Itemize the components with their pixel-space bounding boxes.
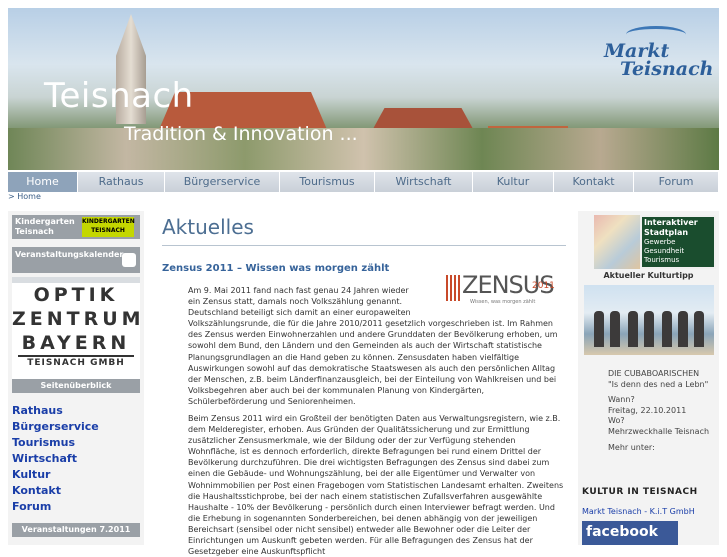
- musician-figure: [610, 311, 620, 347]
- nav-wirtschaft[interactable]: Wirtschaft: [375, 172, 473, 192]
- optik-zentrum-ad[interactable]: OPTIK ZENTRUM BAYERN TEISNACH GMBH: [12, 277, 145, 379]
- musician-figure: [644, 311, 654, 347]
- event-photo[interactable]: [584, 285, 714, 355]
- musician-figure: [628, 311, 638, 347]
- town-image: [8, 128, 719, 170]
- kindergarten-badge: KINDERGARTEN TEISNACH: [82, 217, 135, 237]
- stadtplan-text: Interaktiver Stadtplan Gewerbe Gesundhei…: [642, 217, 714, 267]
- event-details: DIE CUBABOARISCHEN "Is denn des ned a Le…: [608, 369, 709, 453]
- kulturtipp-heading: Aktueller Kulturtipp: [603, 271, 694, 280]
- musician-figure: [662, 311, 672, 347]
- stadtplan-sub: Gewerbe Gesundheit Tourismus: [644, 238, 685, 264]
- sidebar-links: Rathaus Bürgerservice Tourismus Wirtscha…: [12, 403, 99, 515]
- sidebar-link-wirtschaft[interactable]: Wirtschaft: [12, 451, 99, 467]
- nav-kontakt[interactable]: Kontakt: [554, 172, 634, 192]
- right-sidebar: Interaktiver Stadtplan Gewerbe Gesundhei…: [578, 211, 719, 545]
- optik-sub: TEISNACH GMBH: [18, 355, 134, 368]
- event-quote: "Is denn des ned a Lebn": [608, 379, 709, 389]
- musician-figure: [594, 311, 604, 347]
- wo-value: Mehrzweckhalle Teisnach: [608, 426, 710, 436]
- stadtplan-title: Interaktiver Stadtplan: [644, 218, 698, 237]
- title-divider: [162, 245, 566, 246]
- musician-figure: [678, 311, 688, 347]
- wo-label: Wo?: [608, 416, 625, 426]
- facebook-button[interactable]: facebook: [582, 521, 678, 545]
- nav-forum[interactable]: Forum: [634, 172, 719, 192]
- nav-home[interactable]: Home: [8, 172, 78, 192]
- sidebar-link-buergerservice[interactable]: Bürgerservice: [12, 419, 99, 435]
- sidebar-link-tourismus[interactable]: Tourismus: [12, 435, 99, 451]
- event-title: DIE CUBABOARISCHEN: [608, 369, 700, 378]
- nav-rathaus[interactable]: Rathaus: [78, 172, 165, 192]
- logo-line2: Teisnach: [620, 58, 714, 80]
- wann-label: Wann?: [608, 395, 635, 405]
- site-title: Teisnach: [44, 76, 194, 116]
- article-paragraph-2: Beim Zensus 2011 wird ein Großteil der b…: [188, 414, 564, 557]
- breadcrumb[interactable]: > Home: [8, 192, 41, 201]
- stadtplan-banner[interactable]: Interaktiver Stadtplan Gewerbe Gesundhei…: [594, 215, 716, 269]
- nav-buergerservice[interactable]: Bürgerservice: [165, 172, 280, 192]
- nav-tourismus[interactable]: Tourismus: [280, 172, 375, 192]
- optik-line: BAYERN: [21, 332, 131, 354]
- wann-value: Freitag, 22.10.2011: [608, 405, 687, 415]
- veranstaltungskalender-label: Veranstaltungskalender: [15, 250, 124, 259]
- nav-kultur[interactable]: Kultur: [473, 172, 554, 192]
- sidebar-link-rathaus[interactable]: Rathaus: [12, 403, 99, 419]
- map-icon: [594, 215, 640, 269]
- optik-line: ZENTRUM: [12, 308, 145, 330]
- site-subtitle: Tradition & Innovation ...: [124, 123, 358, 145]
- sidebar-link-kontakt[interactable]: Kontakt: [12, 483, 99, 499]
- kindergarten-banner[interactable]: Kindergarten Teisnach KINDERGARTEN TEISN…: [12, 215, 140, 239]
- optik-line: OPTIK: [33, 284, 119, 306]
- article-paragraph-1: Am 9. Mai 2011 fand nach fast genau 24 J…: [188, 286, 558, 406]
- kit-link[interactable]: Markt Teisnach - K.i.T GmbH: [582, 507, 695, 516]
- seitenueberblick-heading: Seitenüberblick: [12, 379, 140, 393]
- veranstaltungskalender-banner[interactable]: Veranstaltungskalender: [12, 247, 140, 273]
- main-nav: Home Rathaus Bürgerservice Tourismus Wir…: [8, 171, 719, 192]
- kultur-in-teisnach-logo[interactable]: KULTUR IN TEISNACH: [582, 487, 698, 497]
- header-banner: Teisnach Tradition & Innovation ... Mark…: [8, 8, 719, 170]
- mehr-label: Mehr unter:: [608, 442, 655, 452]
- kindergarten-label: Kindergarten Teisnach: [15, 217, 75, 236]
- sidebar-link-forum[interactable]: Forum: [12, 499, 99, 515]
- musician-figure: [694, 311, 704, 347]
- calendar-icon: [122, 253, 136, 267]
- article-title[interactable]: Zensus 2011 – Wissen was morgen zählt: [162, 263, 389, 274]
- markt-teisnach-logo[interactable]: Markt Teisnach: [604, 26, 716, 86]
- veranstaltungen-heading[interactable]: Veranstaltungen 7.2011: [12, 523, 140, 537]
- sidebar-link-kultur[interactable]: Kultur: [12, 467, 99, 483]
- page-title: Aktuelles: [162, 215, 254, 239]
